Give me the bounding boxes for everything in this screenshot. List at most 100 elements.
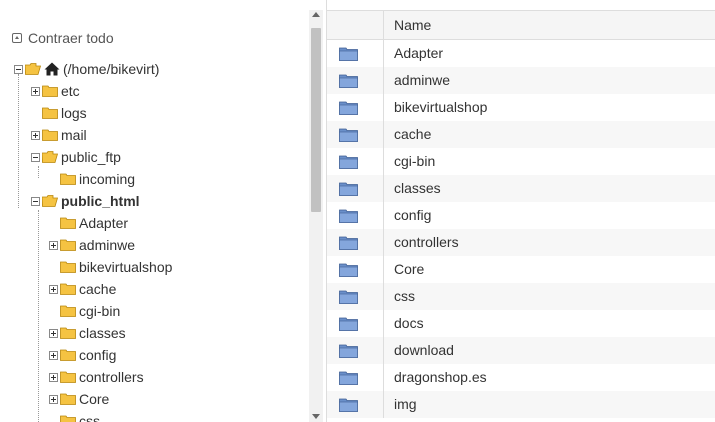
table-row[interactable]: controllers <box>327 229 715 256</box>
tree-item[interactable]: cache <box>49 278 116 300</box>
column-divider <box>383 40 384 67</box>
tree-item[interactable]: public_html <box>31 190 140 212</box>
file-name[interactable]: Adapter <box>394 45 443 61</box>
tree-item-label[interactable]: controllers <box>79 369 144 385</box>
open-folder-icon <box>42 195 58 207</box>
tree-item[interactable]: incoming <box>49 168 135 190</box>
column-divider <box>383 310 384 337</box>
tree-item[interactable]: classes <box>49 322 126 344</box>
expand-toggle-icon[interactable] <box>31 86 40 96</box>
table-row[interactable]: docs <box>327 310 715 337</box>
tree-item-label[interactable]: incoming <box>79 171 135 187</box>
collapse-toggle-icon[interactable] <box>31 196 40 206</box>
tree-item-label[interactable]: mail <box>61 127 87 143</box>
folder-icon <box>339 263 358 280</box>
folder-icon <box>339 74 358 91</box>
tree-root[interactable]: (/home/bikevirt) <box>14 58 159 80</box>
collapse-toggle-icon[interactable] <box>31 152 40 162</box>
folder-icon <box>60 173 76 185</box>
folder-icon <box>60 371 76 383</box>
folder-icon <box>60 393 76 405</box>
column-divider <box>383 337 384 364</box>
tree-item[interactable]: etc <box>31 80 80 102</box>
tree-item-label[interactable]: logs <box>61 105 87 121</box>
folder-icon <box>60 305 76 317</box>
tree-root-label[interactable]: (/home/bikevirt) <box>63 61 159 77</box>
expand-toggle-icon[interactable] <box>49 394 58 404</box>
file-name[interactable]: config <box>394 207 431 223</box>
table-row[interactable]: Adapter <box>327 40 715 67</box>
tree-item-label[interactable]: css <box>79 413 100 422</box>
file-name[interactable]: cgi-bin <box>394 153 435 169</box>
tree-connector <box>38 210 39 422</box>
tree-item[interactable]: controllers <box>49 366 144 388</box>
table-row[interactable]: dragonshop.es <box>327 364 715 391</box>
tree-item[interactable]: Core <box>49 388 109 410</box>
tree-item[interactable]: adminwe <box>49 234 135 256</box>
scroll-down-icon[interactable] <box>312 414 320 419</box>
tree-item[interactable]: config <box>49 344 116 366</box>
table-row[interactable]: cache <box>327 121 715 148</box>
expand-toggle-icon[interactable] <box>49 240 58 250</box>
expand-toggle-icon[interactable] <box>49 328 58 338</box>
table-row[interactable]: download <box>327 337 715 364</box>
file-name[interactable]: dragonshop.es <box>394 369 487 385</box>
folder-icon <box>339 209 358 226</box>
tree-item-label[interactable]: config <box>79 347 116 363</box>
table-row[interactable]: classes <box>327 175 715 202</box>
folder-icon <box>339 317 358 334</box>
expand-toggle-icon[interactable] <box>49 284 58 294</box>
file-name[interactable]: download <box>394 342 454 358</box>
expand-toggle-icon[interactable] <box>31 130 40 140</box>
table-row[interactable]: img <box>327 391 715 418</box>
tree-item[interactable]: css <box>49 410 100 422</box>
tree-item[interactable]: Adapter <box>49 212 128 234</box>
expand-toggle-icon[interactable] <box>49 372 58 382</box>
file-name[interactable]: classes <box>394 180 441 196</box>
file-name[interactable]: cache <box>394 126 431 142</box>
file-name[interactable]: controllers <box>394 234 459 250</box>
column-divider <box>383 11 384 39</box>
tree-item-label[interactable]: classes <box>79 325 126 341</box>
tree-item[interactable]: mail <box>31 124 87 146</box>
tree-item-label[interactable]: Adapter <box>79 215 128 231</box>
folder-icon <box>339 47 358 64</box>
column-divider <box>383 121 384 148</box>
tree-item-label[interactable]: adminwe <box>79 237 135 253</box>
table-row[interactable]: adminwe <box>327 67 715 94</box>
tree-item[interactable]: logs <box>31 102 87 124</box>
tree-item-label[interactable]: cgi-bin <box>79 303 120 319</box>
table-row[interactable]: Core <box>327 256 715 283</box>
table-row[interactable]: config <box>327 202 715 229</box>
file-name[interactable]: css <box>394 288 415 304</box>
file-name[interactable]: Core <box>394 261 424 277</box>
tree-item-label[interactable]: cache <box>79 281 116 297</box>
table-row[interactable]: css <box>327 283 715 310</box>
folder-icon <box>339 371 358 388</box>
tree-item[interactable]: bikevirtualshop <box>49 256 172 278</box>
file-name[interactable]: adminwe <box>394 72 450 88</box>
tree-item[interactable]: public_ftp <box>31 146 121 168</box>
tree-connector <box>18 74 19 208</box>
tree-item-label[interactable]: bikevirtualshop <box>79 259 172 275</box>
table-row[interactable]: bikevirtualshop <box>327 94 715 121</box>
column-divider <box>383 94 384 121</box>
scroll-up-icon[interactable] <box>312 12 320 17</box>
column-header-name[interactable]: Name <box>394 17 431 33</box>
scrollbar-thumb[interactable] <box>311 28 321 212</box>
file-list-pane: Name Adapter adminwe bikevirtualshop cache c… <box>326 0 715 422</box>
collapse-all-button[interactable]: Contraer todo <box>12 28 114 48</box>
tree-item[interactable]: cgi-bin <box>49 300 120 322</box>
column-divider <box>383 202 384 229</box>
tree-item-label[interactable]: etc <box>61 83 80 99</box>
tree-item-label[interactable]: Core <box>79 391 109 407</box>
expand-toggle-icon[interactable] <box>49 350 58 360</box>
tree-scrollbar[interactable] <box>309 10 323 422</box>
file-name[interactable]: bikevirtualshop <box>394 99 487 115</box>
tree-item-label[interactable]: public_ftp <box>61 149 121 165</box>
file-name[interactable]: docs <box>394 315 424 331</box>
tree-item-label[interactable]: public_html <box>61 193 140 209</box>
file-name[interactable]: img <box>394 396 417 412</box>
collapse-toggle-icon[interactable] <box>14 64 23 74</box>
table-row[interactable]: cgi-bin <box>327 148 715 175</box>
